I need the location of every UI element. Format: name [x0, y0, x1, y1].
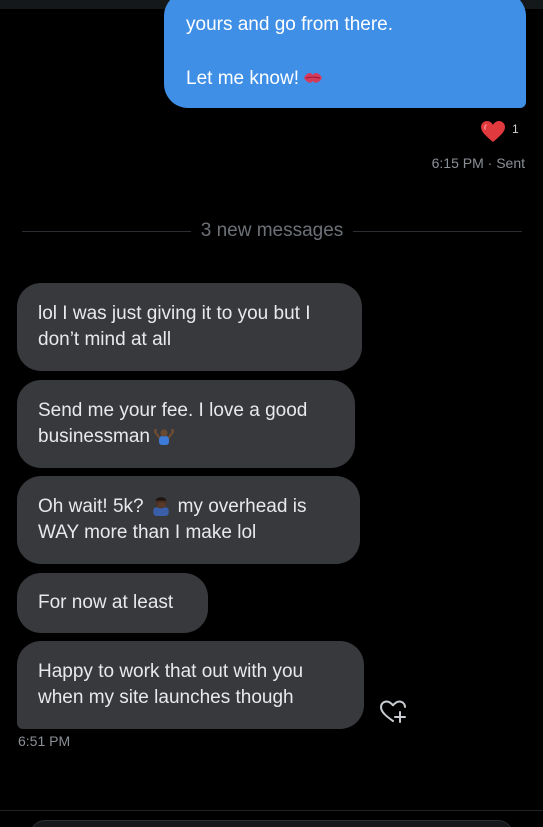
message-reaction[interactable]: 1 [480, 119, 519, 145]
message-line: Send me your fee. I love a good [38, 400, 308, 421]
divider-rule [22, 230, 191, 232]
outgoing-message-text: Let me know! [186, 68, 299, 89]
person-shrugging-emoji-icon [153, 429, 174, 445]
message-line: WAY more than I make lol [38, 522, 257, 543]
message-composer-input[interactable] [30, 820, 513, 827]
outgoing-message-line: yours and go from there. [186, 14, 393, 35]
message-text: my overhead is [177, 496, 307, 517]
person-facepalming-emoji-icon [152, 497, 169, 516]
message-line: businessman [38, 424, 334, 450]
message-text: businessman [38, 426, 150, 447]
outgoing-message-line: Let me know! [186, 66, 506, 92]
sent-timestamp: 6:15 PM · Sent [431, 155, 525, 171]
new-messages-divider: 3 new messages [22, 219, 523, 243]
new-messages-label: 3 new messages [200, 220, 344, 241]
message-line: when my site launches though [38, 687, 294, 708]
divider-rule [353, 230, 523, 232]
composer-divider [0, 810, 543, 811]
message-text: Oh wait! 5k? [38, 496, 144, 517]
dm-conversation: yours and go from there. Let me know! 1 … [0, 0, 543, 827]
reaction-count: 1 [512, 122, 519, 136]
incoming-message-bubble[interactable]: For now at least [17, 573, 208, 633]
outgoing-message-bubble[interactable]: yours and go from there. Let me know! [164, 0, 526, 108]
incoming-message-bubble[interactable]: Happy to work that out with you when my … [17, 641, 364, 729]
kiss-mark-icon [304, 73, 322, 83]
incoming-message-bubble[interactable]: Oh wait! 5k? my overhead is WAY more tha… [17, 476, 360, 564]
incoming-message-bubble[interactable]: lol I was just giving it to you but I do… [17, 283, 362, 371]
add-reaction-icon[interactable] [379, 699, 409, 725]
received-timestamp: 6:51 PM [18, 733, 71, 749]
message-line: lol I was just giving it to you but I [38, 303, 311, 324]
message-line: Oh wait! 5k? my overhead is [38, 494, 339, 520]
incoming-message-bubble[interactable]: Send me your fee. I love a good business… [17, 380, 355, 468]
message-line: For now at least [38, 592, 174, 613]
message-line: Happy to work that out with you [38, 661, 304, 682]
red-heart-icon [481, 121, 505, 142]
message-line: don’t mind at all [38, 329, 172, 350]
